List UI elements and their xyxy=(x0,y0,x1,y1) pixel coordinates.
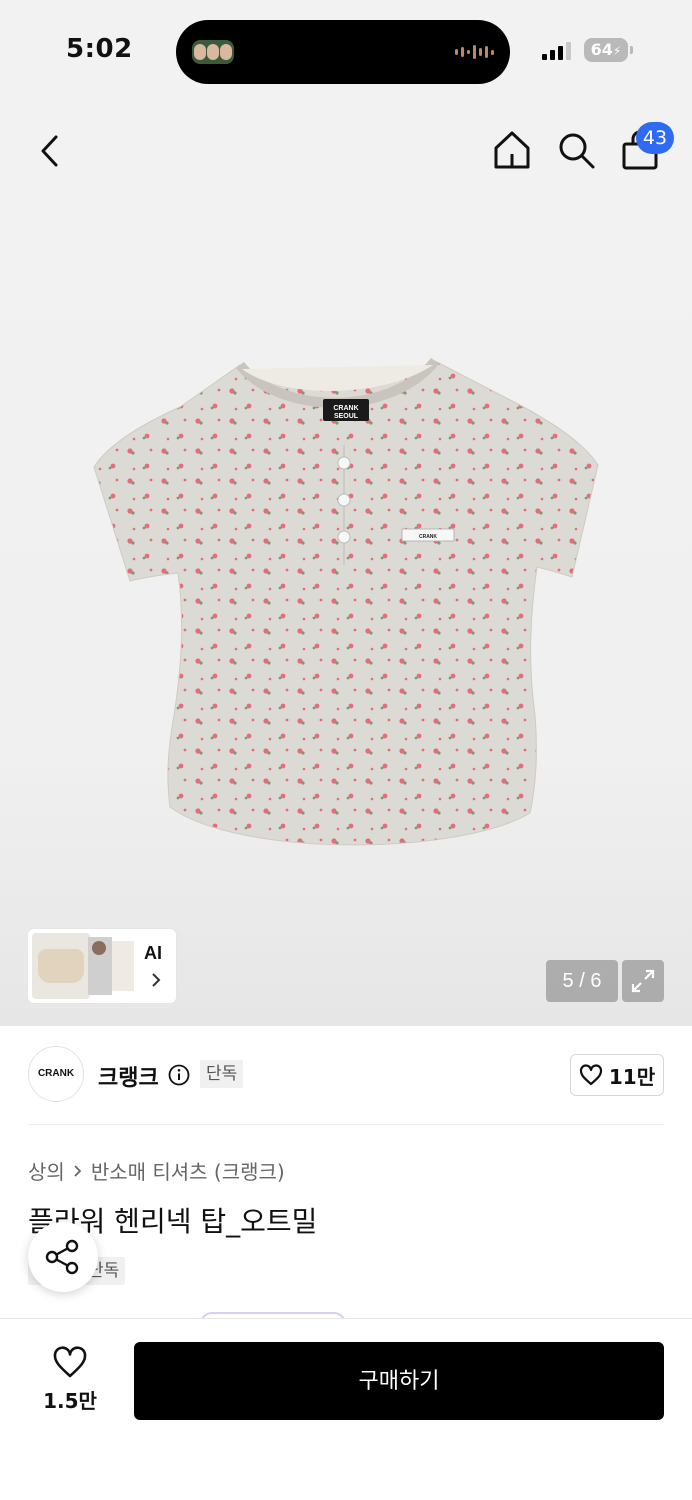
divider xyxy=(28,1124,664,1125)
brand-row: CRANK 크랭크 단독 11만 xyxy=(0,1026,692,1126)
ai-fitting-card[interactable]: AI xyxy=(28,929,176,1003)
brand-like-count: 11만 xyxy=(608,1064,656,1089)
cart-count-badge: 43 xyxy=(636,122,674,154)
wishlist-heart-icon[interactable] xyxy=(52,1345,88,1379)
brand-logo[interactable]: CRANK xyxy=(28,1046,84,1102)
battery-level: 64 xyxy=(590,40,613,59)
info-icon[interactable] xyxy=(168,1064,190,1086)
exclusive-badge: 단독 xyxy=(200,1060,244,1088)
neck-label-line-1: CRANK xyxy=(333,405,358,412)
chevron-right-icon xyxy=(74,1164,82,1177)
product-gallery[interactable]: 43 CRANK SEOUL CRANK AI 5 / 6 xyxy=(0,100,692,1026)
wishlist-count: 1.5만 xyxy=(43,1389,97,1413)
thumbnail-flat xyxy=(112,941,134,991)
now-playing-thumbnail xyxy=(192,40,234,64)
bottom-action-bar: 1.5만 구매하기 xyxy=(0,1318,692,1500)
audio-wave-icon xyxy=(455,44,494,60)
chest-label-text: CRANK xyxy=(419,534,437,540)
home-icon[interactable] xyxy=(492,130,532,170)
share-icon xyxy=(45,1239,79,1275)
breadcrumb: 상의 반소매 티셔츠 (크랭크) xyxy=(28,1156,285,1185)
ai-label: AI xyxy=(144,943,162,963)
buy-button[interactable]: 구매하기 xyxy=(134,1342,664,1420)
thumbnail-product xyxy=(32,933,90,999)
chevron-right-icon xyxy=(152,973,161,987)
back-icon[interactable] xyxy=(36,132,66,170)
thumbnail-model xyxy=(88,937,112,995)
heart-icon xyxy=(579,1064,602,1086)
neck-label-line-2: SEOUL xyxy=(334,413,359,420)
breadcrumb-item[interactable]: 상의 xyxy=(28,1156,65,1185)
search-icon[interactable] xyxy=(556,130,596,170)
expand-button[interactable] xyxy=(622,960,664,1002)
dynamic-island[interactable] xyxy=(176,20,510,84)
chest-label: CRANK xyxy=(401,528,455,542)
breadcrumb-item[interactable]: 반소매 티셔츠 (크랭크) xyxy=(91,1156,285,1185)
status-bar: 5:02 64⚡ xyxy=(0,0,692,100)
product-image[interactable]: CRANK SEOUL CRANK xyxy=(90,355,602,860)
neck-label: CRANK SEOUL xyxy=(323,399,369,421)
battery-icon: 64⚡ xyxy=(584,38,633,62)
status-time: 5:02 xyxy=(66,34,133,64)
cellular-signal-icon xyxy=(542,40,571,60)
brand-name[interactable]: 크랭크 xyxy=(98,1060,159,1092)
share-button[interactable] xyxy=(28,1222,98,1292)
brand-like-button[interactable]: 11만 xyxy=(570,1054,664,1096)
image-page-indicator: 5 / 6 xyxy=(546,960,618,1002)
expand-icon xyxy=(631,969,655,993)
